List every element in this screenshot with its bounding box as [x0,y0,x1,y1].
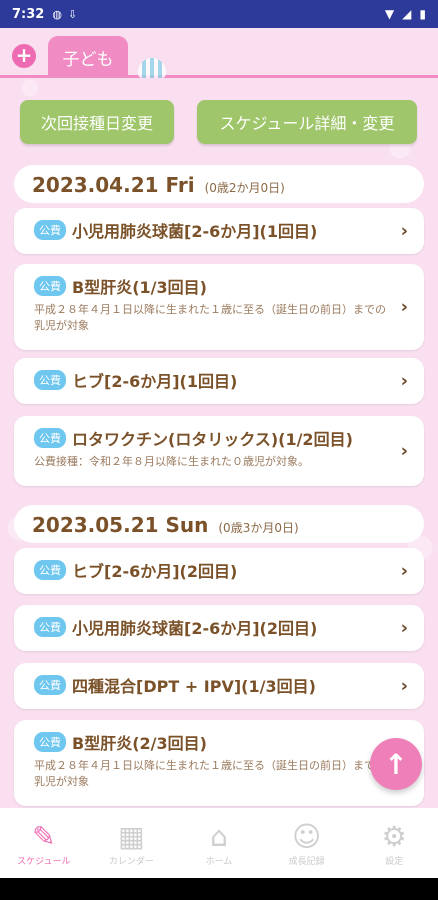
next-date-change-button[interactable]: 次回接種日変更 [20,100,174,144]
syringe-icon: ✎ [32,819,56,853]
nav-calendar[interactable]: ▦ カレンダー [88,808,176,878]
schedule-detail-button[interactable]: スケジュール詳細・変更 [197,100,417,144]
add-child-button[interactable]: + [12,44,36,68]
vaccine-card[interactable]: 公費 ロタワクチン(ロタリックス)(1/2回目) 公費接種：令和２年８月以降に生… [14,416,424,486]
vaccine-note: 平成２８年４月１日以降に生まれた１歳に至る（誕生日の前日）までの乳児が対象 [34,759,386,788]
child-age: (0歳3か月0日) [218,521,299,535]
vaccine-card[interactable]: 公費 ヒブ[2-6か月](2回目) › [14,548,424,594]
download-icon: ⇩ [67,7,78,21]
arrow-up-icon: ↑ [384,747,408,781]
chevron-right-icon: › [400,675,408,697]
balloon-decoration [138,58,166,78]
message-icon: ◍ [52,7,62,21]
vaccine-card[interactable]: 公費 ヒブ[2-6か月](1回目) › [14,358,424,404]
nav-label: カレンダー [108,856,154,867]
nav-label: ホーム [205,856,233,867]
vaccine-card[interactable]: 公費 小児用肺炎球菌[2-6か月](1回目) › [14,208,424,254]
vaccine-card[interactable]: 公費 B型肝炎(2/3回目) 平成２８年４月１日以降に生まれた１歳に至る（誕生日… [14,720,424,806]
chevron-right-icon: › [400,440,408,462]
vaccine-name: 小児用肺炎球菌[2-6か月](2回目) [72,619,318,638]
child-tab-bar: + 子ども [0,28,438,78]
nav-label: 成長記録 [288,856,325,867]
nav-label: 設定 [385,856,404,867]
child-age: (0歳2か月0日) [204,181,285,195]
wifi-icon: ▼ [384,7,395,21]
vaccine-card[interactable]: 公費 B型肝炎(1/3回目) 平成２８年４月１日以降に生まれた１歳に至る（誕生日… [14,264,424,350]
signal-icon: ◢ [402,7,412,21]
chevron-right-icon: › [400,617,408,639]
scroll-to-top-button[interactable]: ↑ [370,738,422,790]
chevron-right-icon: › [400,220,408,242]
vaccine-name: ヒブ[2-6か月](1回目) [72,372,238,391]
battery-icon: ▮ [419,7,426,21]
public-funded-badge: 公費 [34,370,66,390]
chevron-right-icon: › [400,296,408,318]
nav-label: スケジュール [17,856,71,867]
public-funded-badge: 公費 [34,428,66,448]
chevron-right-icon: › [400,560,408,582]
date-header: 2023.04.21 Fri (0歳2か月0日) [14,165,424,203]
public-funded-badge: 公費 [34,617,66,637]
bottom-navigation: ✎ スケジュール ▦ カレンダー ⌂ ホーム ☺ 成長記録 ⚙ 設定 [0,808,438,878]
chevron-right-icon: › [400,370,408,392]
calendar-icon: ▦ [118,819,145,853]
public-funded-badge: 公費 [34,732,66,752]
public-funded-badge: 公費 [34,220,66,240]
nav-schedule[interactable]: ✎ スケジュール [0,808,88,878]
status-time: 7:32 [12,6,45,22]
nav-home[interactable]: ⌂ ホーム [175,808,263,878]
vaccine-note: 平成２８年４月１日以降に生まれた１歳に至る（誕生日の前日）までの乳児が対象 [34,303,386,332]
public-funded-badge: 公費 [34,560,66,580]
baby-face-icon: ☺ [291,819,322,853]
vaccine-name: 四種混合[DPT + IPV](1/3回目) [72,677,316,696]
tab-child[interactable]: 子ども [48,36,128,78]
vaccine-name: ロタワクチン(ロタリックス)(1/2回目) [72,430,353,449]
public-funded-badge: 公費 [34,276,66,296]
vaccine-card[interactable]: 公費 四種混合[DPT + IPV](1/3回目) › [14,663,424,709]
schedule-date: 2023.05.21 Sun [32,513,209,537]
gear-icon: ⚙ [381,819,407,853]
vaccine-card[interactable]: 公費 小児用肺炎球菌[2-6か月](2回目) › [14,605,424,651]
date-header: 2023.05.21 Sun (0歳3か月0日) [14,505,424,543]
home-icon: ⌂ [210,819,228,853]
vaccine-name: ヒブ[2-6か月](2回目) [72,562,238,581]
vaccine-name: B型肝炎(1/3回目) [72,278,207,297]
system-navigation-bar [0,878,438,900]
vaccine-name: 小児用肺炎球菌[2-6か月](1回目) [72,222,318,241]
nav-settings[interactable]: ⚙ 設定 [350,808,438,878]
nav-growth-record[interactable]: ☺ 成長記録 [263,808,351,878]
vaccine-name: B型肝炎(2/3回目) [72,734,207,753]
vaccine-note: 公費接種：令和２年８月以降に生まれた０歳児が対象。 [34,455,309,468]
public-funded-badge: 公費 [34,675,66,695]
schedule-date: 2023.04.21 Fri [32,173,195,197]
status-bar: 7:32 ◍ ⇩ ▼ ◢ ▮ [0,0,438,28]
